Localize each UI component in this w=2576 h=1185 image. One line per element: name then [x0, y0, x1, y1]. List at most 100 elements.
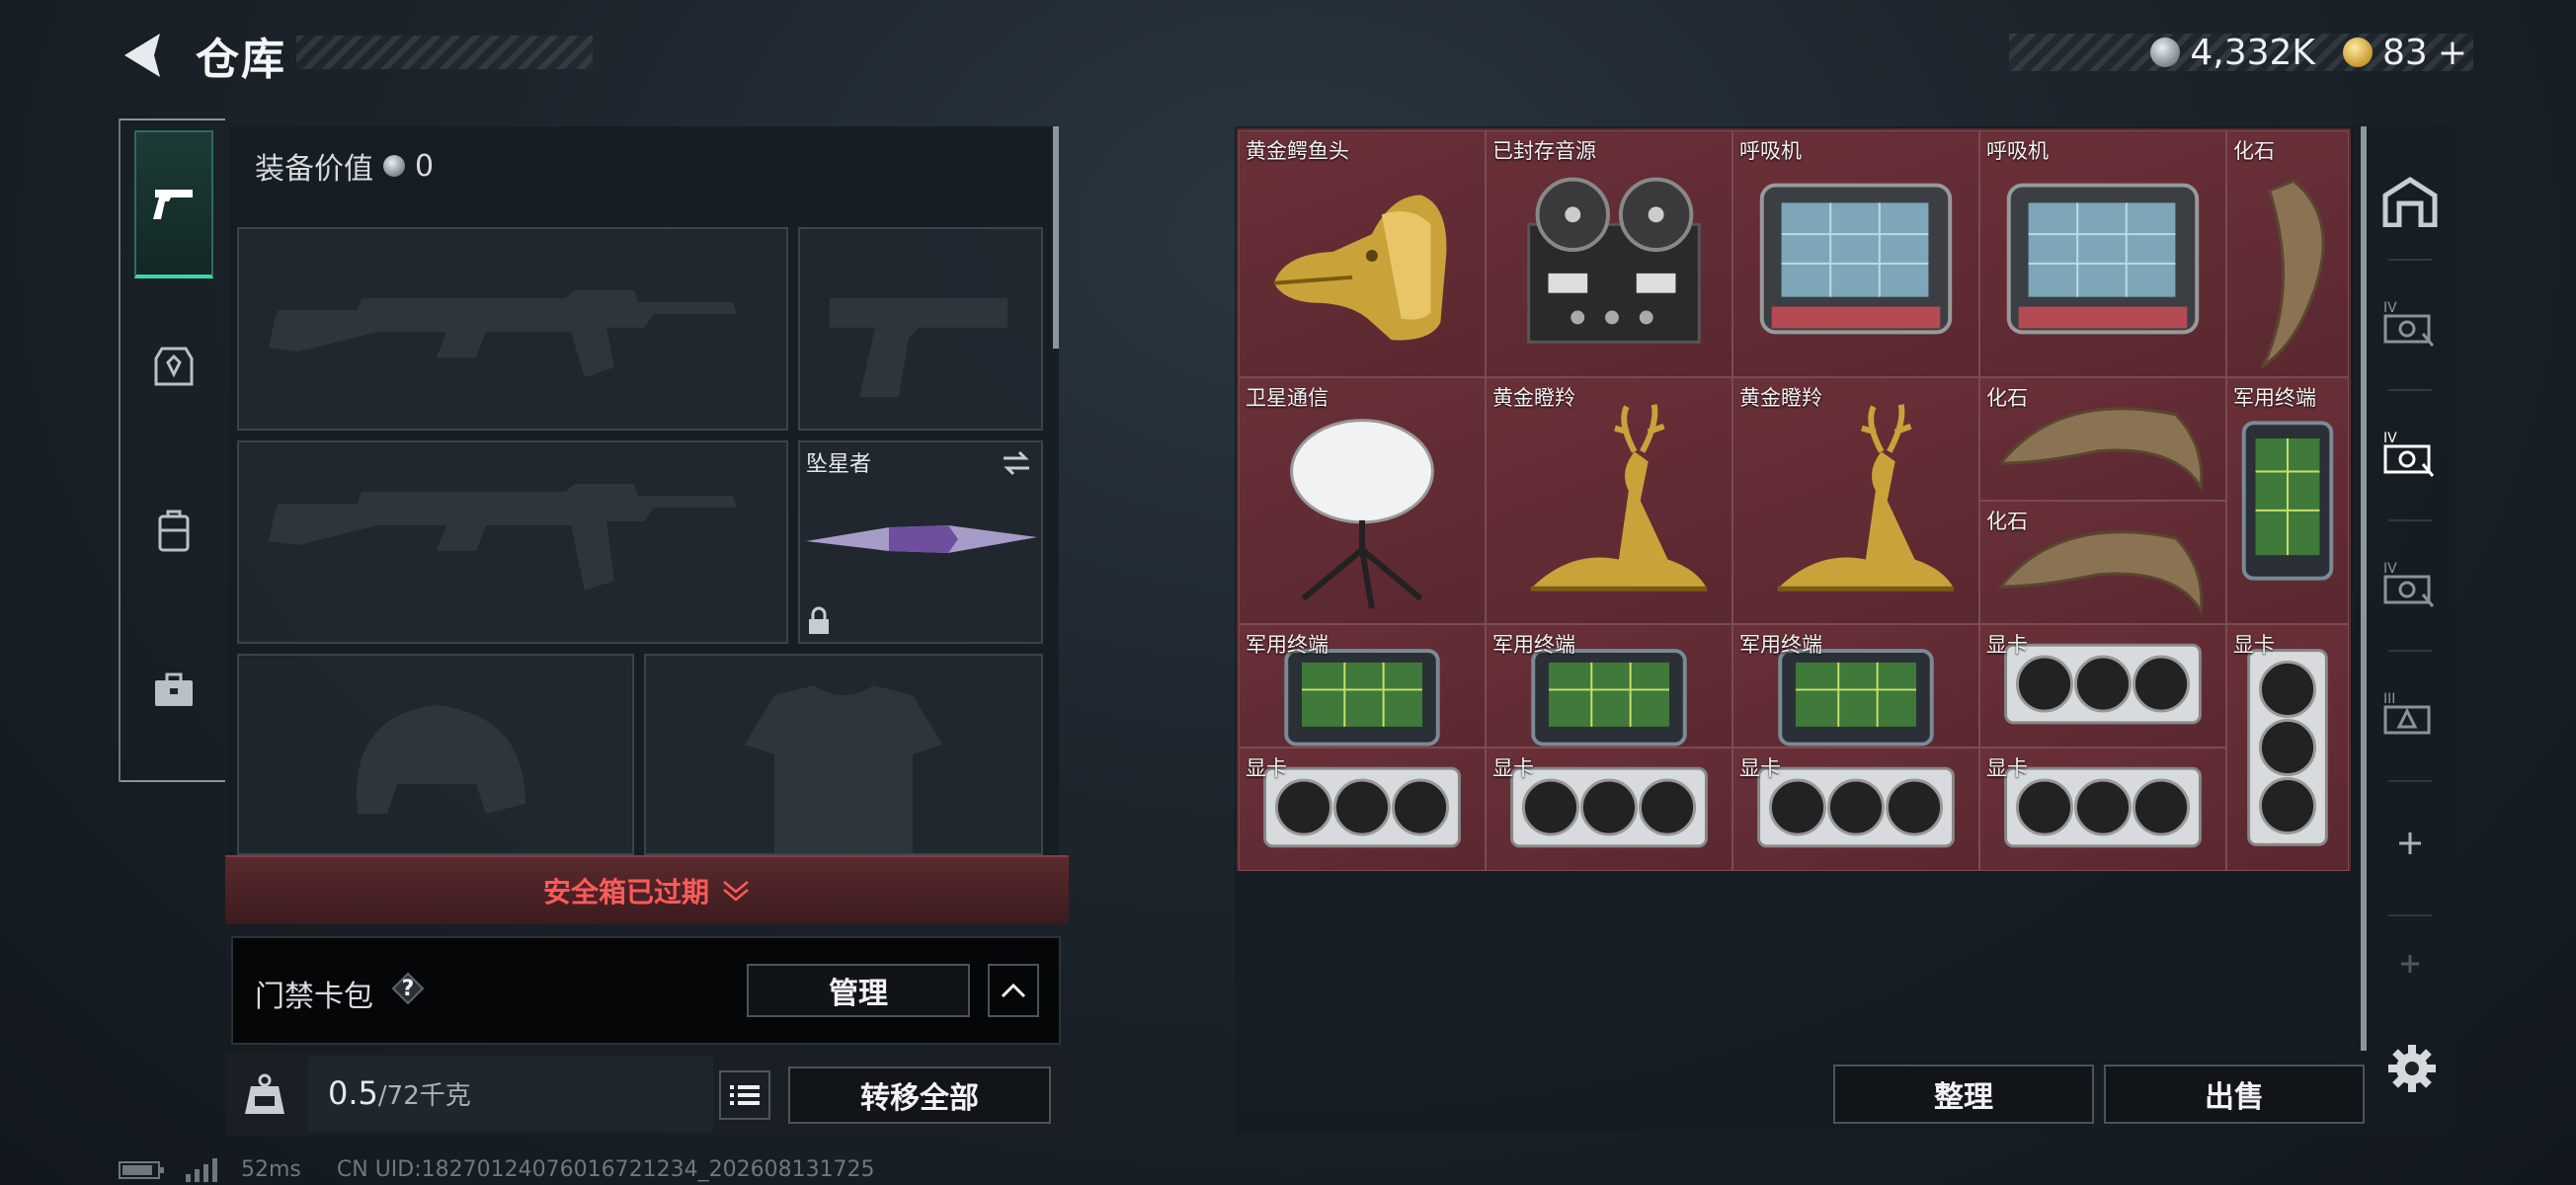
- stash-item[interactable]: 卫星通信: [1239, 377, 1486, 624]
- tab-gear[interactable]: [134, 292, 213, 440]
- stash-item[interactable]: 军用终端: [2226, 377, 2349, 624]
- equipment-scrollbar[interactable]: [1053, 126, 1059, 349]
- gold-gazelle-icon: [1530, 404, 1708, 592]
- gold-coin-icon: [2343, 38, 2374, 67]
- help-icon[interactable]: ?: [391, 972, 425, 1005]
- primary-weapon-slot[interactable]: [237, 227, 788, 431]
- stash-item[interactable]: 显卡: [1979, 748, 2226, 871]
- back-button[interactable]: [117, 28, 172, 83]
- helmet-slot[interactable]: [237, 654, 634, 855]
- stash-tab-3[interactable]: IV: [2373, 395, 2448, 514]
- graphics-card-icon: [2247, 649, 2328, 846]
- category-rail: [119, 118, 225, 782]
- stash-item-name: 显卡: [1246, 756, 1287, 780]
- ventilator-icon: [1759, 183, 1953, 335]
- stash-item[interactable]: 呼吸机: [1732, 130, 1979, 377]
- add-gold-icon[interactable]: +: [2438, 33, 2467, 73]
- stash-item-name: 呼吸机: [1986, 139, 2049, 163]
- stash-item-name: 黄金鳄鱼头: [1246, 139, 1349, 163]
- knife-icon: [806, 525, 1037, 553]
- stash-item[interactable]: 化石: [1979, 501, 2226, 624]
- status-footer: 52ms CN UID:18270124076016721234_2026081…: [119, 1157, 875, 1182]
- helmet-silhouette-icon: [357, 705, 525, 814]
- stash-item[interactable]: 显卡: [2226, 624, 2349, 871]
- military-terminal-icon: [2241, 421, 2334, 581]
- svg-text:IV: IV: [2383, 300, 2397, 316]
- collapse-button[interactable]: [988, 964, 1039, 1017]
- storage-tier-icon: IV: [2383, 431, 2435, 477]
- safe-box-status: 安全箱已过期: [542, 876, 709, 908]
- help-mark: ?: [401, 976, 415, 1001]
- stash-item[interactable]: 化石: [2226, 130, 2349, 377]
- sell-button[interactable]: 出售: [2104, 1065, 2365, 1124]
- stash-item-name: 显卡: [1492, 756, 1534, 780]
- stash-item-name: 显卡: [1986, 756, 2028, 780]
- pistol-slot[interactable]: [798, 227, 1043, 431]
- silver-coin-icon: [383, 155, 405, 177]
- stash-item-name: 军用终端: [1492, 633, 1575, 657]
- stash-item-name: 化石: [2233, 139, 2275, 163]
- stash-item[interactable]: 军用终端: [1732, 624, 1979, 748]
- manage-button[interactable]: 管理: [747, 964, 970, 1017]
- stash-item[interactable]: 军用终端: [1486, 624, 1732, 748]
- sort-button[interactable]: 整理: [1833, 1065, 2094, 1124]
- settings-button[interactable]: [2386, 1043, 2438, 1094]
- tab-weapons[interactable]: [134, 130, 213, 278]
- stash-tab-home[interactable]: [2373, 142, 2448, 261]
- stash-tab-2[interactable]: IV: [2373, 265, 2448, 383]
- stash-item-name: 化石: [1986, 510, 2028, 533]
- stash-tab-5[interactable]: III: [2373, 656, 2448, 774]
- stash-item[interactable]: 显卡: [1732, 748, 1979, 871]
- equipment-value-label: 装备价值: [255, 152, 373, 187]
- gold-amount: 83: [2382, 32, 2428, 73]
- silver-currency: 4,332K: [2150, 33, 2315, 73]
- storage-tier-icon: III: [2383, 691, 2431, 735]
- stash-item-name: 卫星通信: [1246, 386, 1328, 410]
- add-stash-tab-button[interactable]: [2373, 794, 2448, 893]
- card-pack-label: 门禁卡包: [255, 980, 373, 1014]
- armor-slot[interactable]: [644, 654, 1043, 855]
- stash-item[interactable]: 呼吸机: [1979, 130, 2226, 377]
- reel-recorder-icon: [1527, 177, 1701, 344]
- stash-scrollbar[interactable]: [2361, 126, 2367, 1051]
- stash-item-name: 呼吸机: [1739, 139, 1802, 163]
- stash-tab-4[interactable]: IV: [2373, 525, 2448, 644]
- stash-item[interactable]: 黄金瞪羚: [1732, 377, 1979, 624]
- safe-box-expired-banner[interactable]: 安全箱已过期: [225, 855, 1069, 924]
- equipment-value: 装备价值 0: [255, 144, 434, 188]
- transfer-all-button[interactable]: 转移全部: [788, 1066, 1051, 1124]
- gold-gazelle-icon: [1777, 404, 1955, 592]
- svg-text:IV: IV: [2383, 561, 2397, 577]
- list-view-button[interactable]: [719, 1070, 770, 1120]
- stash-item[interactable]: 显卡: [1486, 748, 1732, 871]
- stash-tab-rail: IV IV IV III: [2373, 126, 2448, 1035]
- stash-item[interactable]: 已封存音源: [1486, 130, 1732, 377]
- storage-tier-icon: IV: [2383, 300, 2435, 347]
- chevron-down-icon: [723, 881, 749, 902]
- tab-backpack[interactable]: [134, 456, 213, 604]
- lock-icon: [809, 606, 829, 634]
- stash-item[interactable]: 化石: [1979, 377, 2226, 501]
- satellite-dish-icon: [1290, 419, 1434, 609]
- weight-current: 0.5: [328, 1074, 378, 1112]
- svg-text:III: III: [2383, 691, 2395, 707]
- gold-currency[interactable]: 83 +: [2343, 33, 2467, 73]
- chevron-up-icon: [1001, 983, 1026, 998]
- stash-item[interactable]: 显卡: [1979, 624, 2226, 748]
- weight-text: 0.5/72千克: [328, 1074, 471, 1112]
- tab-case[interactable]: [134, 616, 213, 764]
- melee-slot[interactable]: 坠星者: [798, 440, 1043, 644]
- plus-icon: [2399, 832, 2421, 854]
- silver-coin-icon: [2150, 38, 2181, 67]
- storage-tier-icon: IV: [2383, 561, 2435, 607]
- stash-item-name: 军用终端: [2233, 386, 2316, 410]
- secondary-weapon-slot[interactable]: [237, 440, 788, 644]
- stash-item[interactable]: 黄金鳄鱼头: [1239, 130, 1486, 377]
- signal-icon: [186, 1157, 217, 1182]
- stash-item-name: 军用终端: [1739, 633, 1822, 657]
- stash-item[interactable]: 军用终端: [1239, 624, 1486, 748]
- stash-item[interactable]: 显卡: [1239, 748, 1486, 871]
- stash-item-name: 显卡: [2233, 633, 2275, 657]
- stash-item[interactable]: 黄金瞪羚: [1486, 377, 1732, 624]
- weight-icon: [241, 1072, 288, 1116]
